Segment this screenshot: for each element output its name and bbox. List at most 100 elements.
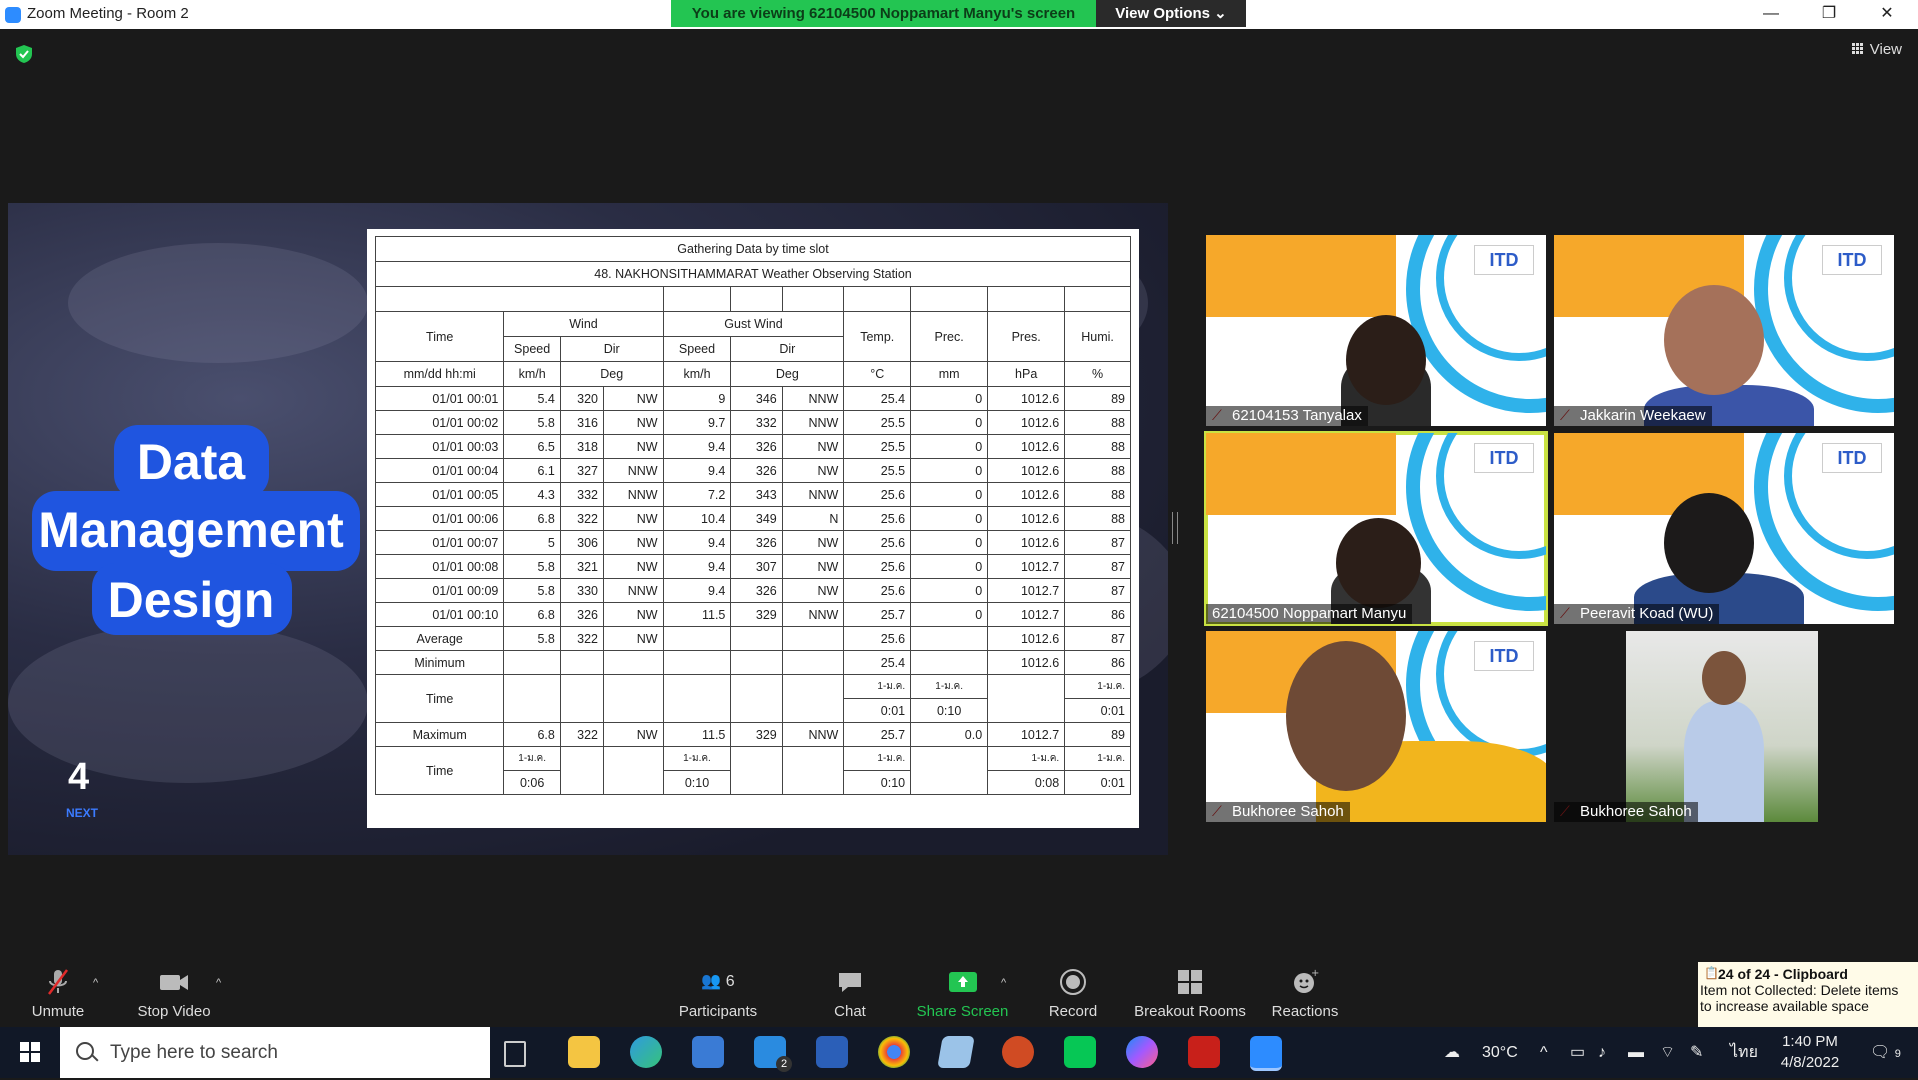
file-explorer-icon[interactable] [568,1036,600,1068]
taskbar-search-input[interactable]: Type here to search [60,1027,490,1078]
pen-icon[interactable]: ✎ [1690,1027,1703,1078]
table-cell: 349 [730,506,783,531]
view-options-button[interactable]: View Options ⌄ [1096,0,1246,27]
header-wind-speed: Speed [503,336,561,362]
minimize-button[interactable]: — [1748,0,1794,29]
record-button[interactable]: Record [1048,967,1098,1020]
clipboard-icon: 📋 [1704,966,1719,980]
table-cell: NNW [781,410,845,435]
table-row-max-time-a: Time 1-ม.ค. 1-ม.ค. 1-ม.ค. 1-ม.ค. 1-ม.ค. [374,746,1131,795]
share-screen-button[interactable]: Share Screen [915,967,1010,1020]
table-cell: 87 [1064,578,1131,603]
volume-icon[interactable]: ♪ [1598,1027,1606,1078]
close-button[interactable]: ✕ [1864,0,1910,29]
chat-button[interactable]: Chat [830,967,870,1020]
line-app-icon[interactable] [1064,1036,1096,1068]
video-tile-2[interactable]: ITD ⟋ Jakkarin Weekaew [1554,235,1894,426]
table-cell: NW [603,506,664,531]
header-pres: Pres. [987,311,1066,362]
network-icon[interactable]: ▭ [1570,1027,1585,1078]
header-gust-speed: Speed [662,336,732,362]
windows-taskbar: Type here to search 2 ☁ 30°C ^ ▭ ♪ ▬ ⌔ ✎… [0,1027,1918,1078]
windows-start-icon[interactable] [20,1042,40,1062]
show-hidden-icons-caret[interactable]: ^ [1540,1027,1548,1078]
weather-temp[interactable]: 30°C [1482,1027,1518,1078]
unmute-button[interactable]: Unmute [28,967,88,1020]
participant-name: Bukhoree Sahoh [1554,802,1698,822]
clock-time: 1:40 PM [1782,1033,1838,1050]
clipboard-notification[interactable]: 📋 24 of 24 - Clipboard Item not Collecte… [1698,962,1918,1027]
table-cell: 5.8 [503,578,561,603]
video-tile-5[interactable]: ITD ⟋ Bukhoree Sahoh [1206,631,1546,822]
mail-icon[interactable]: 2 [754,1036,792,1072]
table-cell: 0 [910,458,989,483]
table-cell-time: 01/01 00:10 [374,602,505,627]
table-cell: NNW [781,602,845,627]
notification-center-icon[interactable]: 🗨 9 [1870,1027,1901,1078]
slide-next-link[interactable]: NEXT [66,806,98,820]
viewing-screen-banner: You are viewing 62104500 Noppamart Manyu… [671,0,1096,27]
table-row: 01/01 00:10 6.8 326 NW 11.5 329 NNW 25.7 0 1012.7… [374,602,1131,627]
shared-screen: Data Management Design 4 NEXT Gathering … [8,203,1168,855]
share-options-caret[interactable]: ^ [1001,977,1006,989]
restore-button[interactable]: ❐ [1806,0,1852,29]
edge-browser-icon[interactable] [630,1036,662,1068]
chrome-icon[interactable] [878,1036,910,1068]
battery-icon[interactable]: ▬ [1628,1027,1644,1078]
table-cell: 25.6 [843,554,912,579]
table-cell: 1012.7 [987,554,1066,579]
header-prec: Prec. [910,311,989,362]
task-view-icon[interactable] [504,1041,526,1067]
powerpoint-icon[interactable] [1002,1036,1034,1068]
table-cell-time: 01/01 00:01 [374,386,505,411]
participants-button[interactable]: 👥 6 Participants [678,967,758,1020]
taskbar-clock[interactable]: 1:40 PM 4/8/2022 [1770,1031,1850,1073]
zoom-taskbar-icon[interactable] [1250,1036,1282,1071]
stop-video-button[interactable]: Stop Video [134,967,214,1020]
audio-options-caret[interactable]: ^ [93,977,98,989]
table-cell: 87 [1064,554,1131,579]
word-icon[interactable] [816,1036,848,1068]
notepad-icon[interactable] [937,1036,975,1068]
table-cell: 6.5 [503,434,561,459]
search-icon [76,1042,94,1060]
messenger-icon[interactable] [1126,1036,1158,1068]
record-icon [1060,969,1086,995]
table-cell: 326 [730,458,783,483]
table-cell: 1012.7 [987,602,1066,627]
acrobat-icon[interactable] [1188,1036,1220,1068]
wifi-icon[interactable]: ⌔ [1660,1027,1675,1078]
table-cell: 0 [910,434,989,459]
security-shield-icon[interactable] [16,45,32,63]
table-cell: 320 [559,386,605,411]
unit-wind-dir: Deg [559,361,664,387]
video-tile-3-active-speaker[interactable]: ITD 62104500 Noppamart Manyu [1204,431,1548,626]
table-cell: 0 [910,602,989,627]
table-cell: 25.5 [843,434,912,459]
table-cell-time: 01/01 00:09 [374,578,505,603]
table-row-average: Average 5.8 322 NW 25.6 1012.6 87 [374,626,1131,651]
splitter-handle[interactable] [1172,512,1178,544]
breakout-rooms-button[interactable]: Breakout Rooms [1133,967,1247,1020]
reactions-button[interactable]: + Reactions [1270,967,1340,1020]
input-language[interactable]: ไทย [1730,1027,1758,1078]
video-tile-6[interactable]: ⟋ Bukhoree Sahoh [1554,631,1894,822]
video-tile-4[interactable]: ITD ⟋ Peeravit Koad (WU) [1554,433,1894,624]
chat-label: Chat [834,1003,866,1020]
store-icon[interactable] [692,1036,724,1068]
table-cell: 4.3 [503,482,561,507]
table-cell: 86 [1064,602,1131,627]
table-cell: 1012.6 [987,482,1066,507]
table-cell: 25.6 [843,578,912,603]
table-cell: 0 [910,410,989,435]
table-cell: NW [603,554,664,579]
video-options-caret[interactable]: ^ [216,977,221,989]
view-button[interactable]: View [1851,41,1902,58]
table-cell: NNW [603,578,664,603]
video-tile-1[interactable]: ITD ⟋ 62104153 Tanyalax [1206,235,1546,426]
table-cell: 326 [730,434,783,459]
participants-label: Participants [678,1003,758,1020]
table-cell: 1012.6 [987,410,1066,435]
table-row: 01/01 00:02 5.8 316 NW 9.7 332 NNW 25.5 0 1012.6 8… [374,410,1131,435]
weather-icon[interactable]: ☁ [1444,1027,1460,1078]
